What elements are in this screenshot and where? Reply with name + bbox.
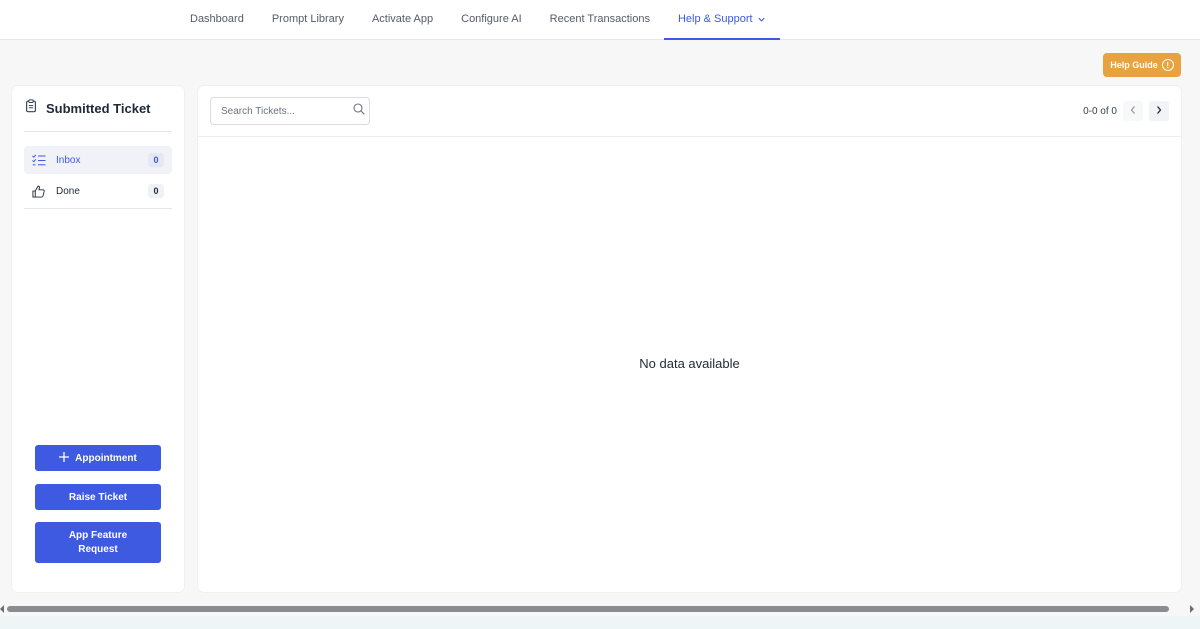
tab-prompt-library[interactable]: Prompt Library xyxy=(258,0,358,40)
help-guide-label: Help Guide xyxy=(1110,60,1158,70)
sidebar-item-label: Done xyxy=(56,185,80,197)
bottom-strip xyxy=(0,616,1200,629)
sidebar-item-label: Inbox xyxy=(56,154,81,166)
nav-tabs: Dashboard Prompt Library Activate App Co… xyxy=(176,0,780,40)
horizontal-scrollbar[interactable] xyxy=(0,602,1200,616)
thumbs-up-icon xyxy=(32,185,48,198)
chevron-down-icon xyxy=(757,15,766,24)
help-guide-button[interactable]: Help Guide ! xyxy=(1103,53,1181,77)
pagination: 0-0 of 0 xyxy=(1083,100,1169,122)
chevron-left-icon xyxy=(1129,105,1137,118)
top-nav: Dashboard Prompt Library Activate App Co… xyxy=(0,0,1200,40)
tab-label: Dashboard xyxy=(190,13,244,25)
tab-dashboard[interactable]: Dashboard xyxy=(176,0,258,40)
sidebar-item-inbox[interactable]: Inbox 0 xyxy=(24,146,172,174)
tab-label: Configure AI xyxy=(461,13,522,25)
tab-label: Help & Support xyxy=(677,13,753,25)
chevron-right-icon xyxy=(1155,105,1163,118)
scrollbar-thumb[interactable] xyxy=(7,606,1169,612)
button-label: Appointment xyxy=(75,452,137,464)
tab-label: Prompt Library xyxy=(271,13,344,25)
app-feature-request-button[interactable]: App Feature Request xyxy=(35,522,161,563)
ticket-sidebar: Submitted Ticket Inbox 0 Done 0 Appointm… xyxy=(12,86,184,592)
tab-label: Recent Transactions xyxy=(549,13,650,25)
divider xyxy=(24,208,172,209)
scroll-left-icon[interactable] xyxy=(0,605,4,613)
count-badge: 0 xyxy=(148,153,164,167)
empty-state-message: No data available xyxy=(639,356,740,371)
tab-label: Activate App xyxy=(371,13,434,25)
sidebar-header: Submitted Ticket xyxy=(24,98,172,132)
tab-recent-transactions[interactable]: Recent Transactions xyxy=(536,0,664,40)
tab-activate-app[interactable]: Activate App xyxy=(358,0,447,40)
sidebar-item-done[interactable]: Done 0 xyxy=(24,177,172,205)
ticket-toolbar: 0-0 of 0 xyxy=(198,86,1181,137)
ticket-list-panel: 0-0 of 0 No data available xyxy=(198,86,1181,592)
tab-help-support[interactable]: Help & Support xyxy=(663,0,780,40)
tab-configure-ai[interactable]: Configure AI xyxy=(447,0,536,40)
count-badge: 0 xyxy=(148,184,164,198)
search-input[interactable] xyxy=(221,105,353,117)
plus-icon xyxy=(59,451,70,465)
pagination-range: 0-0 of 0 xyxy=(1083,105,1117,117)
search-box[interactable] xyxy=(210,97,370,125)
button-label: Raise Ticket xyxy=(68,491,128,503)
next-page-button[interactable] xyxy=(1149,101,1169,121)
search-icon[interactable] xyxy=(353,102,365,120)
clipboard-icon xyxy=(24,99,38,118)
scroll-right-icon[interactable] xyxy=(1190,605,1194,613)
appointment-button[interactable]: Appointment xyxy=(35,445,161,471)
sidebar-title: Submitted Ticket xyxy=(46,101,151,116)
button-label: App Feature Request xyxy=(68,529,128,555)
prev-page-button[interactable] xyxy=(1123,101,1143,121)
raise-ticket-button[interactable]: Raise Ticket xyxy=(35,484,161,510)
question-circle-icon: ! xyxy=(1161,59,1174,71)
checklist-icon xyxy=(32,154,48,166)
